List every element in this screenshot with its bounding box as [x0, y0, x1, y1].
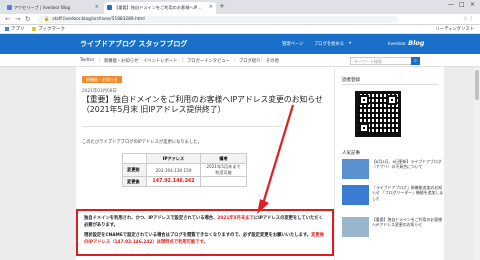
- back-icon[interactable]: ←: [5, 15, 10, 23]
- list-item-text: 【重要】独自ドメインをご利用のお客様へIPアドレス変更のお知らせ: [372, 217, 443, 228]
- subnav-interview[interactable]: ブロガーインタビュー: [187, 58, 230, 64]
- folder-icon: [32, 26, 36, 31]
- article-intro: このたびライブドアブログのIPアドレスが変更になりました。: [82, 140, 202, 145]
- sidebar: 読者登録 人気記事 【8月4日、6日更新】ライブドアブログ（アプリ）の不具合につ…: [334, 67, 444, 260]
- tab-label: 【重要】独自ドメインをご利用のお客様へIP…: [114, 5, 202, 10]
- sidebar-heading: 読者登録: [342, 78, 360, 83]
- star-icon[interactable]: ☆ ⋮: [463, 16, 474, 22]
- search-input[interactable]: キーワード検索: [350, 57, 412, 65]
- ip-note: [200, 176, 247, 187]
- divider: |: [99, 57, 101, 63]
- divider: |: [261, 57, 263, 63]
- url-text: staff.livedoor.blog/archives/51983289.ht…: [52, 17, 145, 22]
- row-label: 変更後: [122, 176, 147, 187]
- close-icon[interactable]: ×: [209, 4, 213, 10]
- site-header: ライブドアブログ スタッフブログ 管理ページ ブログを始める ▾ livedoo…: [0, 34, 480, 54]
- column-header-note: 備考: [200, 153, 247, 164]
- list-item-text: 「ライブドアブログ」新機能追加のお知らせ 「ブログリーダー」機能を追加しました: [372, 185, 444, 201]
- column-header-ip: IPアドレス: [146, 153, 201, 164]
- browser-tab-1[interactable]: アクセリーブ | livedoor Blog ×: [4, 2, 102, 14]
- chevron-down-icon[interactable]: ▾: [349, 41, 351, 46]
- url-field[interactable]: 🔒 staff.livedoor.blog/archives/51983289.h…: [38, 16, 398, 23]
- qr-code-icon[interactable]: [355, 91, 401, 137]
- reading-list-button[interactable]: リーディングリスト: [436, 26, 474, 32]
- browser-tab-bar: アクセリーブ | livedoor Blog × 【重要】独自ドメインをご利用の…: [0, 0, 480, 14]
- apps-icon: [5, 26, 9, 31]
- scrollbar-thumb[interactable]: [475, 70, 479, 100]
- divider: [82, 126, 282, 127]
- ip-old: 203.104.130.159: [146, 163, 201, 177]
- list-item[interactable]: 「ライブドアブログ」新機能追加のお知らせ 「ブログリーダー」機能を追加しました: [342, 185, 444, 207]
- table-corner: [122, 153, 147, 164]
- divider: |: [138, 57, 140, 63]
- browser-tab-2[interactable]: 【重要】独自ドメインをご利用のお客様へIP… ×: [104, 2, 216, 14]
- bookmark-folder[interactable]: ブックマーク: [32, 26, 65, 32]
- ip-new: 147.92.146.242: [146, 176, 201, 187]
- subnav-blog-intro[interactable]: ブログ紹介: [239, 58, 260, 64]
- bookmark-apps[interactable]: アプリ: [5, 26, 25, 32]
- bookmarks-bar: アプリ ブックマーク リーディングリスト: [0, 25, 480, 34]
- livedoor-blog-logo[interactable]: livedoor Blog: [388, 39, 424, 47]
- divider: |: [234, 57, 236, 63]
- row-label: 変更前: [122, 163, 147, 177]
- thumbnail: [342, 185, 369, 205]
- window-close-icon[interactable]: ×: [470, 1, 475, 8]
- notice-line-2: 現状設定をCNAMEで設定されている場合はブログを閲覧できなくなりますので、必ず…: [84, 233, 324, 245]
- nav-admin-link[interactable]: 管理ページ: [282, 41, 303, 47]
- subnav-twitter[interactable]: Twitter: [80, 58, 94, 63]
- subnav-events[interactable]: イベントレポート: [143, 58, 177, 64]
- category-badge[interactable]: 新機能・お知らせ: [82, 76, 122, 83]
- favicon-icon: [7, 5, 12, 10]
- sub-navigation: Twitter | 新機能・お知らせ | イベントレポート | ブロガーインタビ…: [0, 54, 480, 67]
- article-title: 【重要】独自ドメインをご利用のお客様へIPアドレス変更のお知らせ（2021年5月…: [82, 95, 323, 114]
- popular-heading: 人気記事: [342, 151, 360, 156]
- favicon-icon: [107, 5, 112, 10]
- site-title[interactable]: ライブドアブログ スタッフブログ: [80, 39, 187, 49]
- divider: [342, 84, 438, 85]
- tab-label: アクセリーブ | livedoor Blog: [14, 5, 71, 10]
- lock-icon: 🔒: [44, 17, 50, 22]
- maximize-icon[interactable]: □: [459, 1, 465, 8]
- list-item[interactable]: 【重要】独自ドメインをご利用のお客様へIPアドレス変更のお知らせ: [342, 217, 442, 239]
- divider: |: [182, 57, 184, 63]
- subnav-other[interactable]: その他: [266, 58, 279, 64]
- article-date: 2021年03月08日: [82, 89, 117, 94]
- notice-line-1: 独自ドメインを利用され、かつ、IPアドレスで設定されている場合、2021年5月末…: [84, 216, 323, 228]
- table-header-row: IPアドレス 備考: [122, 153, 247, 164]
- important-notice-box: 独自ドメインを利用され、かつ、IPアドレスで設定されている場合、2021年5月末…: [76, 209, 334, 256]
- list-item[interactable]: 【8月4日、6日更新】ライブドアブログ（アプリ）の不具合について: [342, 159, 442, 181]
- new-tab-button[interactable]: +: [219, 2, 225, 10]
- table-row: 変更後 147.92.146.242: [122, 176, 247, 187]
- address-bar: ← → ↻ 🔒 staff.livedoor.blog/archives/5198…: [0, 14, 480, 25]
- list-item-text: 【8月4日、6日更新】ライブドアブログ（アプリ）の不具合について: [372, 159, 442, 170]
- thumbnail: [342, 159, 369, 179]
- article-main: 新機能・お知らせ 2021年03月08日 【重要】独自ドメインをご利用のお客様へ…: [76, 67, 334, 260]
- nav-start-blog-link[interactable]: ブログを始める: [314, 41, 344, 47]
- forward-icon[interactable]: →: [15, 15, 20, 23]
- ip-note: 2021年5月末まで利用可能: [200, 163, 247, 177]
- search-icon[interactable]: ⌕: [411, 57, 420, 65]
- table-row: 変更前 203.104.130.159 2021年5月末まで利用可能: [122, 163, 247, 177]
- minimize-icon[interactable]: —: [448, 1, 454, 8]
- ip-address-table: IPアドレス 備考 変更前 203.104.130.159 2021年5月末まで…: [122, 153, 247, 187]
- reload-icon[interactable]: ↻: [25, 15, 30, 23]
- subnav-news[interactable]: 新機能・お知らせ: [104, 58, 138, 64]
- thumbnail: [342, 217, 369, 237]
- close-icon[interactable]: ×: [95, 4, 99, 10]
